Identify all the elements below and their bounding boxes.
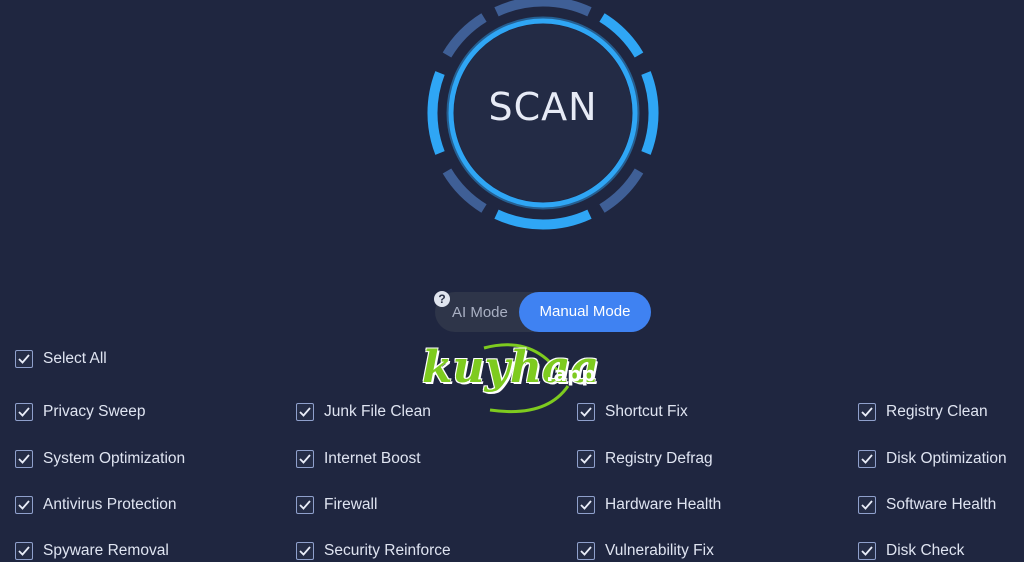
checkbox[interactable] [15,496,33,514]
option-label: Registry Clean [886,403,988,420]
checkbox[interactable] [858,496,876,514]
select-all-checkbox[interactable]: Select All [15,348,107,370]
checkbox[interactable] [577,450,595,468]
option-junk-file-clean[interactable]: Junk File Clean [296,401,431,423]
checkbox[interactable] [577,496,595,514]
option-registry-defrag[interactable]: Registry Defrag [577,448,713,470]
checkmark-icon [580,546,592,556]
option-label: Internet Boost [324,450,421,467]
ai-mode-button[interactable]: AI Mode [452,304,508,321]
checkbox[interactable] [296,403,314,421]
option-hardware-health[interactable]: Hardware Health [577,494,721,516]
option-label: Junk File Clean [324,403,431,420]
scan-button[interactable] [451,21,635,205]
manual-mode-button[interactable]: Manual Mode [519,292,651,332]
checkmark-icon [580,407,592,417]
checkbox[interactable] [858,403,876,421]
option-label: Spyware Removal [43,542,169,559]
checkbox[interactable] [296,450,314,468]
ring-segment-bottom [494,209,592,230]
checkmark-icon [18,546,30,556]
checkmark-icon [580,454,592,464]
option-label: Security Reinforce [324,542,451,559]
mode-toggle: AI Mode Manual Mode [435,292,651,332]
watermark-suffix-text: .app [546,362,596,386]
option-registry-clean[interactable]: Registry Clean [858,401,988,423]
ring-segment-left [427,71,445,155]
option-shortcut-fix[interactable]: Shortcut Fix [577,401,688,423]
checkmark-icon [299,407,311,417]
checkbox[interactable] [858,542,876,560]
checkbox[interactable] [858,450,876,468]
checkbox[interactable] [15,542,33,560]
checkbox[interactable] [296,496,314,514]
option-label: Registry Defrag [605,450,713,467]
checkmark-icon [299,546,311,556]
checkmark-icon [18,500,30,510]
checkmark-icon [18,354,30,364]
checkbox[interactable] [577,542,595,560]
checkmark-icon [18,407,30,417]
checkmark-icon [18,454,30,464]
checkbox[interactable] [15,450,33,468]
option-system-optimization[interactable]: System Optimization [15,448,185,470]
option-label: Shortcut Fix [605,403,688,420]
option-privacy-sweep[interactable]: Privacy Sweep [15,401,146,423]
watermark-swoosh [483,343,570,414]
option-label: Software Health [886,496,997,513]
checkmark-icon [861,546,873,556]
checkmark-icon [861,407,873,417]
checkbox[interactable] [15,350,33,368]
checkbox[interactable] [577,403,595,421]
checkmark-icon [861,454,873,464]
ring-segment-right [641,71,659,155]
option-software-health[interactable]: Software Health [858,494,996,516]
question-circle-icon[interactable]: ? [434,291,450,307]
option-internet-boost[interactable]: Internet Boost [296,448,421,470]
ring-segment-top [494,0,592,17]
option-label: Hardware Health [605,496,722,513]
checkmark-icon [299,454,311,464]
checkmark-icon [580,500,592,510]
option-label: Disk Optimization [886,450,1007,467]
option-label: Privacy Sweep [43,403,146,420]
option-label: System Optimization [43,450,186,467]
scan-widget: SCAN [425,0,661,231]
option-firewall[interactable]: Firewall [296,494,377,516]
option-antivirus-protection[interactable]: Antivirus Protection [15,494,177,516]
option-disk-optimization[interactable]: Disk Optimization [858,448,1007,470]
option-label: Firewall [324,496,378,513]
checkbox[interactable] [296,542,314,560]
option-label: Disk Check [886,542,965,559]
select-all-label: Select All [43,350,107,367]
checkbox[interactable] [15,403,33,421]
checkmark-icon [299,500,311,510]
checkmark-icon [861,500,873,510]
option-label: Vulnerability Fix [605,542,714,559]
option-label: Antivirus Protection [43,496,177,513]
watermark-main-text: kuyhaa [422,342,600,393]
